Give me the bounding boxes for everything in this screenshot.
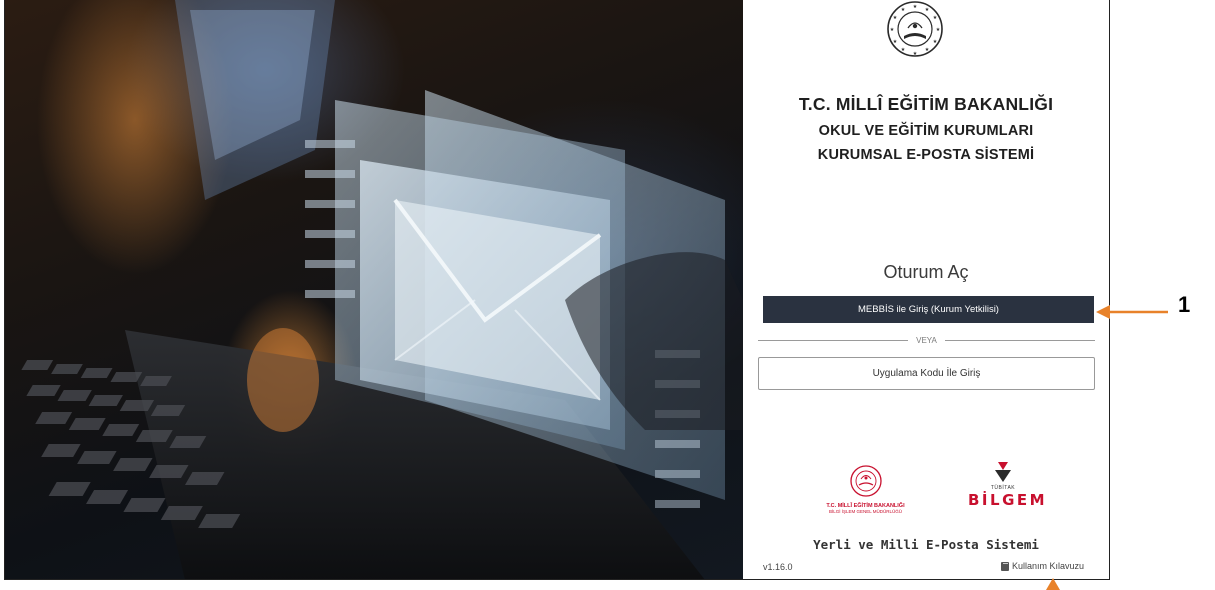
system-subtitle-line2: KURUMSAL E-POSTA SİSTEMİ — [817, 147, 1035, 163]
ministry-title: T.C. MİLLÎ EĞİTİM BAKANLIĞI — [798, 94, 1054, 114]
divider-line-right — [944, 339, 1095, 341]
system-tagline: Yerli ve Milli E-Posta Sistemi — [813, 537, 1039, 552]
svg-text:★: ★ — [901, 7, 906, 13]
svg-text:★: ★ — [936, 27, 941, 33]
svg-text:★: ★ — [913, 4, 918, 10]
meb-bidb-logo: T.C. MİLLÎ EĞİTİM BAKANLIĞI BİLGİ İŞLEM … — [818, 464, 913, 526]
divider-line-left — [758, 339, 909, 341]
or-divider: VEYA — [758, 333, 1095, 347]
svg-text:★: ★ — [893, 39, 898, 45]
app-code-login-button[interactable]: Uygulama Kodu İle Giriş — [758, 357, 1095, 390]
login-page-frame: ★ ★ ★ ★ ★ ★ ★ ★ ★ ★ ★ ★ T.C. MİLLÎ EĞİTİM BAKANL… — [4, 0, 1110, 580]
user-guide-label: Kullanım Kılavuzu — [1012, 561, 1085, 571]
hero-background-image — [5, 0, 743, 579]
or-divider-label: VEYA — [916, 335, 937, 345]
login-heading: Oturum Aç — [883, 262, 969, 282]
svg-text:★: ★ — [933, 39, 938, 45]
svg-text:★: ★ — [933, 15, 938, 21]
system-subtitle-line1: OKUL VE EĞİTİM KURUMLARI — [818, 123, 1034, 139]
svg-text:★: ★ — [901, 47, 906, 53]
svg-text:★: ★ — [913, 51, 918, 57]
book-icon — [1001, 561, 1009, 571]
tubitak-bilgem-logo: TÜBİTAK BİLGEM — [968, 460, 1048, 526]
user-guide-link[interactable]: Kullanım Kılavuzu — [1001, 561, 1084, 571]
tubitak-mark-icon — [995, 462, 1011, 482]
annotation-marker-1: 1 — [1178, 292, 1191, 317]
svg-text:★: ★ — [890, 27, 895, 33]
svg-text:★: ★ — [925, 7, 930, 13]
svg-text:★: ★ — [893, 15, 898, 21]
meb-seal-icon — [849, 465, 882, 497]
email-envelope-illustration — [21, 0, 743, 579]
meb-logo-subtitle: BİLGİ İŞLEM GENEL MÜDÜRLÜĞÜ — [828, 509, 903, 514]
version-label: v1.16.0 — [763, 562, 793, 572]
mebbis-login-button[interactable]: MEBBİS ile Giriş (Kurum Yetkilisi) — [763, 296, 1094, 323]
login-panel: ★ ★ ★ ★ ★ ★ ★ ★ ★ ★ ★ ★ T.C. MİLLÎ EĞİTİM BAKANL… — [743, 0, 1109, 579]
bilgem-text: BİLGEM — [968, 491, 1048, 509]
svg-text:★: ★ — [925, 47, 930, 53]
meb-emblem-icon: ★ ★★ ★★★ ★★★ ★★★ — [887, 1, 943, 57]
